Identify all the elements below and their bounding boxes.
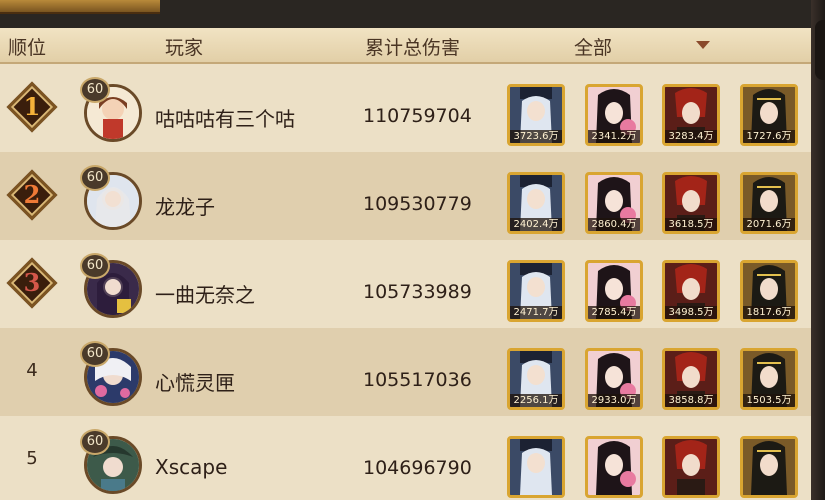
player-level-badge: 60 — [80, 341, 110, 367]
rank-number: 2 — [23, 180, 41, 209]
card-damage-value: 3858.8万 — [665, 394, 717, 407]
rank-column-header: 顺位 — [8, 37, 47, 59]
shikigami-card[interactable] — [507, 436, 565, 498]
shikigami-card[interactable]: 3723.6万 — [507, 84, 565, 146]
dropdown-arrow-icon[interactable] — [696, 41, 710, 49]
card-damage-value: 3618.5万 — [665, 218, 717, 231]
shikigami-card[interactable]: 2860.4万 — [585, 172, 643, 234]
shikigami-card[interactable] — [662, 436, 720, 498]
player-level-badge: 60 — [80, 77, 110, 103]
shikigami-card[interactable]: 2471.7万 — [507, 260, 565, 322]
ranking-row[interactable]: 2 60 龙龙子 109530779 2402.4万 2860.4万 3618.… — [0, 152, 811, 241]
card-damage-value: 2341.2万 — [588, 130, 640, 143]
shikigami-card[interactable]: 2341.2万 — [585, 84, 643, 146]
player-level-badge: 60 — [80, 165, 110, 191]
rank-number: 3 — [23, 268, 41, 297]
shikigami-card[interactable]: 3858.8万 — [662, 348, 720, 410]
card-damage-value: 2256.1万 — [510, 394, 562, 407]
card-damage-value: 2402.4万 — [510, 218, 562, 231]
shikigami-card[interactable] — [740, 436, 798, 498]
card-damage-value: 1727.6万 — [743, 130, 795, 143]
shikigami-card[interactable]: 2785.4万 — [585, 260, 643, 322]
player-column-header: 玩家 — [165, 37, 204, 59]
shikigami-card[interactable]: 1727.6万 — [740, 84, 798, 146]
rank-number: 4 — [26, 360, 38, 381]
player-name: 一曲无奈之 — [155, 283, 255, 307]
player-name: Xscape — [155, 455, 228, 479]
card-damage-value: 3498.5万 — [665, 306, 717, 319]
ranking-row[interactable]: 4 60 心慌灵匣 105517036 2256.1万 2933.0万 3858… — [0, 328, 811, 417]
card-damage-value: 2471.7万 — [510, 306, 562, 319]
rank-number: 1 — [23, 92, 41, 121]
shikigami-card[interactable]: 2402.4万 — [507, 172, 565, 234]
shikigami-card[interactable]: 2256.1万 — [507, 348, 565, 410]
card-damage-value: 2933.0万 — [588, 394, 640, 407]
ranking-list[interactable]: 1 60 咕咕咕有三个咕 110759704 3723.6万 2341.2万 3… — [0, 64, 811, 500]
ranking-row[interactable]: 5 60 Xscape 104696790 — [0, 416, 811, 500]
rank-number: 5 — [26, 448, 38, 469]
player-level-badge: 60 — [80, 253, 110, 279]
card-damage-value: 3283.4万 — [665, 130, 717, 143]
scroll-knob[interactable] — [815, 20, 825, 80]
ranking-row[interactable]: 1 60 咕咕咕有三个咕 110759704 3723.6万 2341.2万 3… — [0, 64, 811, 153]
title-banner — [0, 0, 160, 14]
shikigami-card[interactable]: 1817.6万 — [740, 260, 798, 322]
card-damage-value: 2785.4万 — [588, 306, 640, 319]
shikigami-card[interactable]: 1503.5万 — [740, 348, 798, 410]
total-damage: 104696790 — [363, 457, 472, 479]
shikigami-card[interactable]: 3618.5万 — [662, 172, 720, 234]
panel-edge — [811, 0, 825, 500]
card-damage-value: 1503.5万 — [743, 394, 795, 407]
shikigami-card[interactable]: 2071.6万 — [740, 172, 798, 234]
damage-column-header: 累计总伤害 — [365, 37, 461, 59]
ranking-row[interactable]: 3 60 一曲无奈之 105733989 2471.7万 2785.4万 349… — [0, 240, 811, 329]
shikigami-card[interactable]: 3283.4万 — [662, 84, 720, 146]
total-damage: 105517036 — [363, 369, 472, 391]
card-damage-value: 1817.6万 — [743, 306, 795, 319]
table-header: 顺位 玩家 累计总伤害 全部 — [0, 28, 811, 64]
shikigami-card[interactable]: 2933.0万 — [585, 348, 643, 410]
card-damage-value: 2071.6万 — [743, 218, 795, 231]
shikigami-card[interactable] — [585, 436, 643, 498]
card-damage-value: 3723.6万 — [510, 130, 562, 143]
total-damage: 105733989 — [363, 281, 472, 303]
player-name: 龙龙子 — [155, 195, 215, 219]
player-name: 咕咕咕有三个咕 — [155, 107, 295, 131]
card-damage-value: 2860.4万 — [588, 218, 640, 231]
total-damage: 109530779 — [363, 193, 472, 215]
total-damage: 110759704 — [363, 105, 472, 127]
leaderboard-panel: 顺位 玩家 累计总伤害 全部 1 60 咕咕咕有三个咕 110759704 37… — [0, 0, 825, 500]
filter-dropdown-label[interactable]: 全部 — [574, 33, 612, 60]
player-level-badge: 60 — [80, 429, 110, 455]
player-name: 心慌灵匣 — [155, 371, 235, 395]
shikigami-card[interactable]: 3498.5万 — [662, 260, 720, 322]
